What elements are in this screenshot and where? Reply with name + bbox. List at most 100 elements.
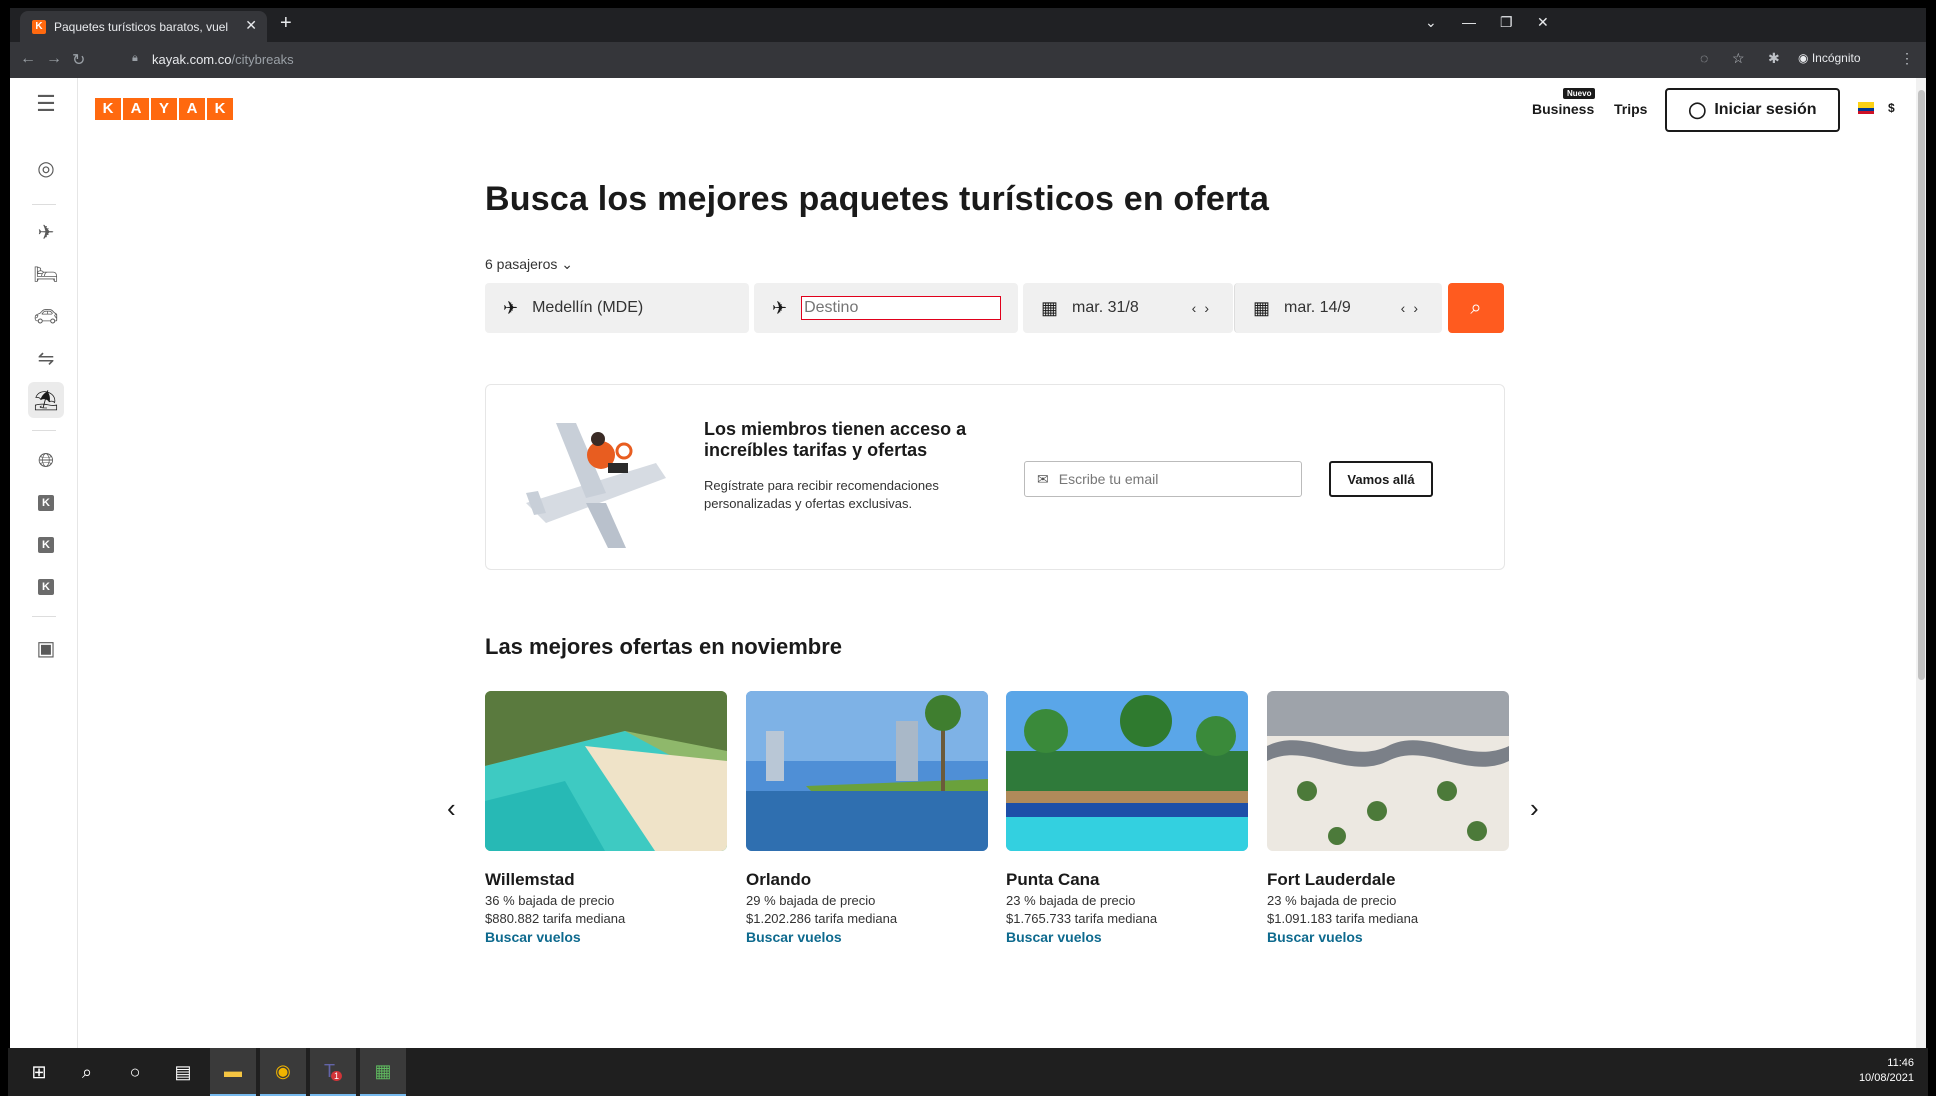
members-body: Regístrate para recibir recomendaciones … bbox=[704, 478, 939, 511]
date-stepper-arrows[interactable]: ‹› bbox=[1192, 300, 1217, 316]
hamburger-menu-icon[interactable]: ☰ bbox=[28, 86, 64, 122]
trains-signpost-icon[interactable]: ⇋ bbox=[28, 340, 64, 376]
address-bar[interactable]: kayak.com.co/citybreaks bbox=[152, 52, 294, 67]
forward-icon[interactable]: → bbox=[46, 50, 62, 68]
search-icon[interactable]: ⌕ bbox=[64, 1048, 110, 1096]
vamos-alla-button[interactable]: Vamos allá bbox=[1329, 461, 1433, 497]
windows-start-icon[interactable]: ⊞ bbox=[16, 1048, 62, 1096]
clock-time: 11:46 bbox=[1887, 1057, 1914, 1069]
deal-card[interactable]: Orlando 29 % bajada de precio $1.202.286… bbox=[746, 691, 988, 945]
email-placeholder: Escribe tu email bbox=[1058, 471, 1159, 487]
eye-off-icon[interactable]: ◌ bbox=[1700, 50, 1708, 66]
deal-card[interactable]: Willemstad 36 % bajada de precio $880.88… bbox=[485, 691, 727, 945]
currency-selector[interactable]: $ bbox=[1888, 101, 1895, 115]
depart-date-field[interactable]: ▦ mar. 31/8 ‹› bbox=[1023, 283, 1233, 333]
k-box: K bbox=[38, 579, 54, 595]
teams-icon[interactable]: T1 bbox=[310, 1048, 356, 1096]
minimize-icon[interactable]: — bbox=[1462, 14, 1476, 30]
trips-link[interactable]: Trips bbox=[1614, 101, 1647, 117]
chrome-icon[interactable]: ◉ bbox=[260, 1048, 306, 1096]
extensions-icon[interactable]: ✱ bbox=[1768, 50, 1780, 67]
deal-city: Fort Lauderdale bbox=[1267, 870, 1396, 889]
logo-letter: A bbox=[179, 98, 205, 120]
buscar-vuelos-link[interactable]: Buscar vuelos bbox=[1006, 929, 1248, 945]
close-tab-icon[interactable]: ✕ bbox=[245, 17, 257, 34]
incognito-indicator[interactable]: ◉ Incógnito bbox=[1798, 51, 1861, 65]
kayak-logo[interactable]: K A Y A K bbox=[95, 98, 233, 120]
signin-button[interactable]: ◯ Iniciar sesión bbox=[1665, 88, 1840, 132]
buscar-vuelos-link[interactable]: Buscar vuelos bbox=[746, 929, 988, 945]
logo-letter: K bbox=[95, 98, 121, 120]
email-field[interactable]: ✉ Escribe tu email bbox=[1024, 461, 1302, 497]
business-link[interactable]: Business bbox=[1532, 101, 1594, 117]
deal-city: Orlando bbox=[746, 870, 812, 889]
system-clock[interactable]: 11:46 10/08/2021 bbox=[1859, 1056, 1914, 1086]
k-box: K bbox=[38, 495, 54, 511]
scrollbar-thumb[interactable] bbox=[1918, 90, 1925, 680]
deal-city: Willemstad bbox=[485, 870, 575, 889]
logo-letter: A bbox=[123, 98, 149, 120]
search-icon: ⌕ bbox=[1470, 296, 1482, 319]
k-box: K bbox=[38, 537, 54, 553]
carousel-next-icon[interactable]: › bbox=[1530, 793, 1539, 824]
logo-letter: K bbox=[207, 98, 233, 120]
kayak-feature-icon[interactable]: K bbox=[28, 485, 64, 521]
origin-field[interactable]: ✈ Medellín (MDE) bbox=[485, 283, 749, 333]
kayak-favicon-icon: K bbox=[32, 20, 46, 34]
flights-icon[interactable]: ✈ bbox=[28, 214, 64, 250]
carousel-prev-icon[interactable]: ‹ bbox=[447, 793, 456, 824]
packages-beach-icon[interactable]: ⛱ bbox=[28, 382, 64, 418]
deal-card[interactable]: Punta Cana 23 % bajada de precio $1.765.… bbox=[1006, 691, 1248, 945]
cortana-circle-icon[interactable]: ○ bbox=[112, 1048, 158, 1096]
window-close-icon[interactable]: ✕ bbox=[1537, 14, 1549, 31]
deal-drop: 23 % bajada de precio bbox=[1006, 893, 1136, 908]
guides-book-icon[interactable]: ▣ bbox=[28, 630, 64, 666]
buscar-vuelos-link[interactable]: Buscar vuelos bbox=[1267, 929, 1509, 945]
star-icon[interactable]: ☆ bbox=[1732, 50, 1745, 67]
task-view-icon[interactable]: ▤ bbox=[160, 1048, 206, 1096]
deal-drop: 23 % bajada de precio bbox=[1267, 893, 1397, 908]
incognito-icon: ◉ bbox=[1798, 51, 1812, 65]
incognito-label: Incógnito bbox=[1811, 51, 1861, 65]
sheets-app-icon[interactable]: ▦ bbox=[360, 1048, 406, 1096]
logo-letter: Y bbox=[151, 98, 177, 120]
explore-globe-icon[interactable]: 🌐︎ bbox=[28, 443, 64, 479]
buscar-vuelos-link[interactable]: Buscar vuelos bbox=[485, 929, 727, 945]
page-content: ☰ ◎ ✈ 🛏︎ 🚗︎ ⇋ ⛱ 🌐︎ K K K ▣ K A Y A K Nue… bbox=[10, 78, 1916, 1048]
cars-icon[interactable]: 🚗︎ bbox=[28, 298, 64, 334]
date-stepper-arrows[interactable]: ‹› bbox=[1401, 300, 1426, 316]
deal-image-resort[interactable] bbox=[1006, 691, 1248, 851]
deal-image-beach[interactable] bbox=[485, 691, 727, 851]
left-nav-rail: ☰ ◎ ✈ 🛏︎ 🚗︎ ⇋ ⛱ 🌐︎ K K K ▣ bbox=[10, 78, 78, 1048]
deal-image-lake[interactable] bbox=[746, 691, 988, 851]
deals-heading: Las mejores ofertas en noviembre bbox=[485, 634, 843, 659]
rail-divider bbox=[32, 430, 56, 431]
kayak-feature-icon[interactable]: K bbox=[28, 569, 64, 605]
tab-search-icon[interactable]: ⌄ bbox=[1425, 14, 1437, 31]
trips-globe-icon[interactable]: ◎ bbox=[28, 150, 64, 186]
hotels-bed-icon[interactable]: 🛏︎ bbox=[28, 256, 64, 292]
return-date: mar. 14/9 bbox=[1284, 299, 1351, 316]
deal-drop: 36 % bajada de precio bbox=[485, 893, 615, 908]
deal-city: Punta Cana bbox=[1006, 870, 1100, 889]
back-icon[interactable]: ← bbox=[20, 50, 36, 68]
colombia-flag-icon[interactable] bbox=[1858, 102, 1874, 114]
reload-icon[interactable]: ↻ bbox=[72, 50, 85, 70]
rail-divider bbox=[32, 616, 56, 617]
deal-card[interactable]: Fort Lauderdale 23 % bajada de precio $1… bbox=[1267, 691, 1509, 945]
deal-image-aerial[interactable] bbox=[1267, 691, 1509, 851]
envelope-icon: ✉ bbox=[1037, 470, 1049, 487]
kayak-feature-icon[interactable]: K bbox=[28, 527, 64, 563]
destination-input[interactable] bbox=[801, 296, 1002, 320]
return-date-field[interactable]: ▦ mar. 14/9 ‹› bbox=[1234, 283, 1442, 333]
destination-field[interactable]: ✈ bbox=[754, 283, 1018, 333]
menu-kebab-icon[interactable]: ⋮ bbox=[1900, 50, 1914, 67]
url-path: /citybreaks bbox=[231, 52, 294, 67]
nuevo-badge: Nuevo bbox=[1563, 88, 1596, 99]
new-tab-icon[interactable]: + bbox=[280, 12, 292, 35]
passengers-dropdown[interactable]: 6 pasajeros ⌄ bbox=[485, 256, 573, 273]
browser-tab[interactable]: K Paquetes turísticos baratos, vuel ✕ bbox=[20, 11, 267, 42]
file-explorer-icon[interactable]: ▬ bbox=[210, 1048, 256, 1096]
search-button[interactable]: ⌕ bbox=[1448, 283, 1504, 333]
restore-icon[interactable]: ❐ bbox=[1500, 14, 1513, 31]
